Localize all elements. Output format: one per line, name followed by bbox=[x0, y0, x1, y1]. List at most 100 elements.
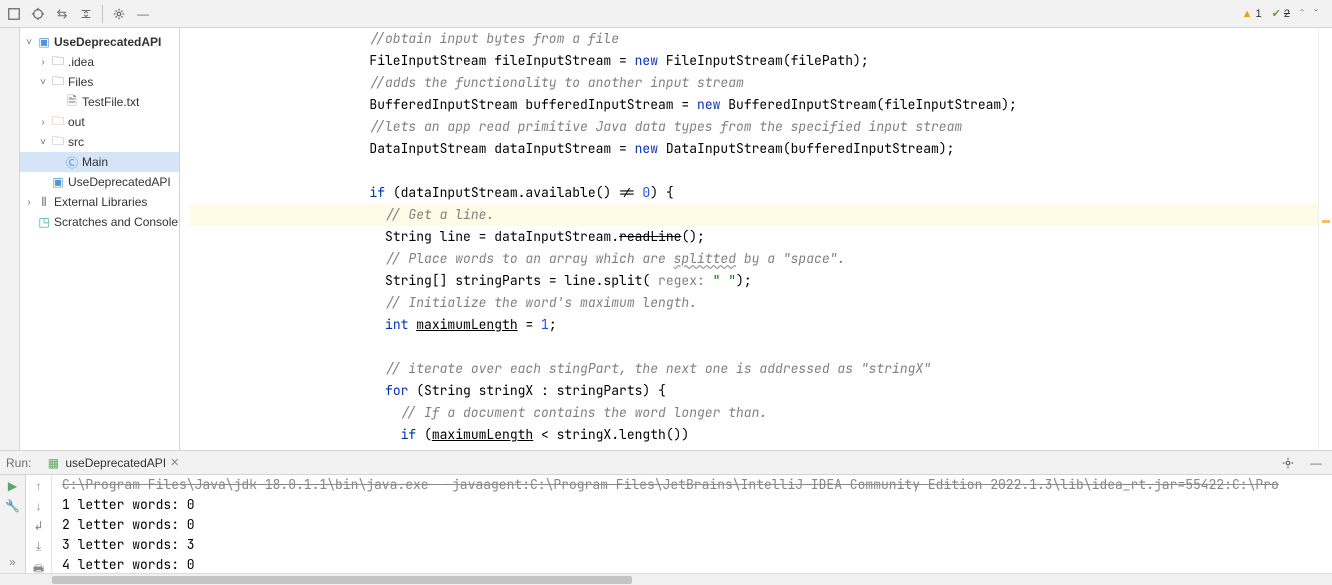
chevron-down-icon[interactable]: ˅ bbox=[22, 37, 36, 48]
warning-marker[interactable] bbox=[1322, 220, 1330, 223]
run-output-line: 2 letter words: 0 bbox=[62, 516, 195, 533]
chevron-right-icon[interactable]: › bbox=[36, 117, 50, 128]
folder-icon: 🗀 bbox=[50, 112, 66, 133]
separator bbox=[102, 5, 103, 23]
run-tab[interactable]: ▦ useDeprecatedAPI ✕ bbox=[39, 454, 185, 472]
inspection-widget[interactable]: ▲1 ✔2 ˆ ˇ bbox=[1242, 7, 1328, 21]
target-icon[interactable] bbox=[28, 4, 48, 24]
close-icon[interactable]: ✕ bbox=[170, 456, 179, 469]
tree-label: out bbox=[66, 115, 85, 129]
editor-marker-strip[interactable] bbox=[1318, 28, 1332, 450]
arrow-down-icon[interactable]: ↓ bbox=[36, 499, 42, 513]
tree-folder-idea[interactable]: › 🗀 .idea bbox=[20, 52, 179, 72]
code-text: (); bbox=[681, 228, 704, 245]
run-output-line: 1 letter words: 0 bbox=[62, 496, 195, 513]
code-text: < stringX.length()) bbox=[533, 426, 689, 443]
tree-file-testfile[interactable]: 🗎 TestFile.txt bbox=[20, 92, 179, 112]
code-text: String line = dataInputStream. bbox=[385, 228, 619, 245]
code-text: ( bbox=[416, 426, 432, 443]
tree-folder-files[interactable]: ˅ 🗀 Files bbox=[20, 72, 179, 92]
folder-icon: 🗀 bbox=[50, 72, 66, 93]
code-keyword: new bbox=[697, 96, 720, 113]
collapse-all-icon[interactable] bbox=[76, 4, 96, 24]
rerun-icon[interactable]: ▶ bbox=[8, 479, 17, 493]
tree-label: src bbox=[66, 135, 84, 149]
file-icon: 🗎 bbox=[64, 92, 80, 113]
folder-icon: 🗀 bbox=[50, 132, 66, 153]
module-icon: ▣ bbox=[36, 35, 52, 49]
run-output-line: 3 letter words: 3 bbox=[62, 536, 195, 553]
run-tab-label: useDeprecatedAPI bbox=[65, 456, 166, 470]
tree-iml[interactable]: ▣ UseDeprecatedAPI bbox=[20, 172, 179, 192]
expand-all-icon[interactable] bbox=[52, 4, 72, 24]
code-string: " " bbox=[713, 272, 736, 289]
chevron-right-icon[interactable]: › bbox=[22, 197, 36, 208]
code-keyword: int bbox=[385, 316, 408, 333]
tree-class-main[interactable]: Ⓒ Main bbox=[20, 152, 179, 172]
chevron-down-icon[interactable]: ˇ bbox=[1314, 7, 1318, 21]
tree-label: .idea bbox=[66, 55, 94, 69]
code-keyword: new bbox=[635, 140, 658, 157]
tree-folder-src[interactable]: ˅ 🗀 src bbox=[20, 132, 179, 152]
warnings-badge[interactable]: ▲1 bbox=[1242, 8, 1262, 20]
folder-icon: 🗀 bbox=[50, 52, 66, 73]
warning-icon: ▲ bbox=[1242, 8, 1253, 20]
run-output[interactable]: C:\Program Files\Java\jdk-18.0.1.1\bin\j… bbox=[52, 475, 1332, 573]
run-action-gutter: ▶ 🔧 » bbox=[0, 475, 26, 573]
typo-word: splitted bbox=[674, 250, 736, 267]
run-tool-window: Run: ▦ useDeprecatedAPI ✕ — ▶ 🔧 » ↑ ↓ ↲ … bbox=[0, 450, 1332, 585]
code-comment: by a "space". bbox=[736, 250, 845, 267]
scrollbar-thumb[interactable] bbox=[52, 576, 632, 584]
chevron-right-icon[interactable]: › bbox=[36, 57, 50, 68]
soft-wrap-icon[interactable]: ↲ bbox=[33, 519, 43, 533]
tree-ext-libs[interactable]: › ⫴ External Libraries bbox=[20, 192, 179, 212]
project-tree-panel: ˅ ▣ UseDeprecatedAPI › 🗀 .idea ˅ 🗀 Files… bbox=[20, 28, 180, 450]
hide-icon[interactable]: — bbox=[1306, 453, 1326, 473]
settings-icon[interactable] bbox=[1278, 453, 1298, 473]
code-keyword: new bbox=[635, 52, 658, 69]
arrow-up-icon[interactable]: ↑ bbox=[36, 479, 42, 493]
code-text: DataInputStream dataInputStream = bbox=[369, 140, 634, 157]
hide-icon[interactable]: — bbox=[133, 4, 153, 24]
code-comment: // iterate over each stingPart, the next… bbox=[385, 360, 931, 377]
horizontal-scrollbar[interactable] bbox=[0, 573, 1332, 585]
run-output-line: 4 letter words: 0 bbox=[62, 556, 195, 573]
chevron-up-icon[interactable]: ˆ bbox=[1300, 7, 1304, 21]
scroll-to-end-icon[interactable]: ⤓ bbox=[36, 539, 41, 554]
wrench-icon[interactable]: 🔧 bbox=[5, 499, 20, 513]
weak-warnings-badge[interactable]: ✔2 bbox=[1272, 7, 1290, 20]
chevron-down-icon[interactable]: ˅ bbox=[36, 77, 50, 88]
code-comment: // If a document contains the word longe… bbox=[401, 404, 768, 421]
code-comment: //obtain input bytes from a file bbox=[369, 30, 619, 47]
left-stripe bbox=[0, 28, 20, 450]
code-comment: // Place words to an array which are bbox=[385, 250, 674, 267]
code-text: DataInputStream(bufferedInputStream); bbox=[658, 140, 954, 157]
project-root[interactable]: ˅ ▣ UseDeprecatedAPI bbox=[20, 32, 179, 52]
editor-area: //obtain input bytes from a file FileInp… bbox=[180, 28, 1332, 450]
scratch-icon: ◳ bbox=[36, 215, 52, 229]
code-text: ); bbox=[736, 272, 752, 289]
code-text: (dataInputStream.available() != bbox=[385, 184, 642, 201]
code-comment: // Set the new value for the maximum len… bbox=[416, 448, 751, 450]
run-header: Run: ▦ useDeprecatedAPI ✕ — bbox=[0, 451, 1332, 475]
code-comment: // Initialize the word's maximum length. bbox=[385, 294, 697, 311]
tree-label: Scratches and Console bbox=[52, 215, 178, 229]
param-hint: regex: bbox=[650, 272, 712, 289]
warning-count: 1 bbox=[1256, 8, 1262, 20]
code-editor[interactable]: //obtain input bytes from a file FileInp… bbox=[180, 28, 1318, 450]
settings-icon[interactable] bbox=[109, 4, 129, 24]
deprecated-call: readLine bbox=[619, 228, 681, 245]
tree-label: External Libraries bbox=[52, 195, 147, 209]
library-icon: ⫴ bbox=[36, 195, 52, 210]
tree-folder-out[interactable]: › 🗀 out bbox=[20, 112, 179, 132]
chevron-down-icon[interactable]: ˅ bbox=[36, 137, 50, 148]
tree-label: Files bbox=[66, 75, 93, 89]
code-text: (String stringX : stringParts) { bbox=[408, 382, 665, 399]
run-title-label: Run: bbox=[6, 456, 31, 470]
code-text: FileInputStream fileInputStream = bbox=[369, 52, 634, 69]
more-icon[interactable]: » bbox=[9, 555, 16, 569]
select-opened-icon[interactable] bbox=[4, 4, 24, 24]
code-number: 1 bbox=[541, 316, 549, 333]
code-var: maximumLength bbox=[432, 426, 533, 443]
tree-scratches[interactable]: ◳ Scratches and Console bbox=[20, 212, 179, 232]
